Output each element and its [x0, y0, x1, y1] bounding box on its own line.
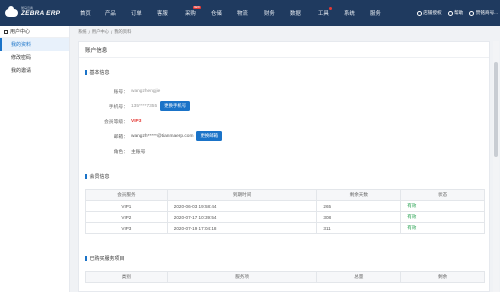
- change-phone-button[interactable]: 更换手机号: [160, 101, 191, 111]
- change-email-button[interactable]: 更换邮箱: [196, 131, 223, 141]
- nav-item-data[interactable]: 数据: [290, 0, 301, 26]
- member-table: 会员服务 到期时间 剩余天数 状态 VIP1 2020-06-03 19:58:…: [85, 189, 485, 234]
- account-value: wangzhengjie: [131, 88, 161, 94]
- sidebar-item-my-profile[interactable]: 我的资料: [0, 38, 69, 51]
- status-badge: 有效: [400, 222, 485, 234]
- user-menu[interactable]: 赞铭商号...: [469, 10, 498, 16]
- role-row: 角色： 主账号: [113, 149, 146, 155]
- account-info-panel: 账户信息 基本信息 账号： wangzhengjie 手机号： 135****7…: [78, 41, 490, 292]
- breadcrumb-user-center[interactable]: 用户中心: [92, 29, 109, 35]
- status-badge: 有效: [400, 200, 485, 212]
- nav-item-products[interactable]: 产品: [105, 0, 116, 26]
- account-row: 账号： wangzhengjie: [113, 88, 161, 95]
- top-navigation-bar: 斑马云商 ZEBRA ERP 首页 产品 订单 客服 采购 NEW 仓储 物流 财…: [0, 0, 500, 26]
- page-title: 账户信息: [79, 42, 489, 58]
- nav-item-warehouse[interactable]: 仓储: [211, 0, 222, 26]
- table-header-row: 会员服务 到期时间 剩余天数 状态: [85, 189, 485, 201]
- user-icon: [469, 10, 475, 16]
- menu-icon: [4, 29, 8, 34]
- scrollbar-thumb[interactable]: [494, 62, 498, 157]
- nav-item-finance[interactable]: 财务: [264, 0, 275, 26]
- nav-item-home[interactable]: 首页: [80, 0, 91, 26]
- help-link[interactable]: 帮助: [447, 10, 463, 16]
- breadcrumb-system[interactable]: 系统: [78, 29, 87, 35]
- logo[interactable]: 斑马云商 ZEBRA ERP: [0, 0, 65, 26]
- nav-item-tools[interactable]: 工具: [318, 0, 332, 26]
- sidebar-item-change-password[interactable]: 修改密码: [0, 51, 69, 64]
- email-row: 邮箱： wangzh*****@tianmaerp.com 更换邮箱: [85, 131, 223, 141]
- notification-dot: [328, 7, 332, 10]
- role-value: 主账号: [131, 149, 146, 155]
- logo-brand: ZEBRA ERP: [21, 9, 61, 17]
- help-icon: [447, 10, 453, 16]
- nav-item-logistics[interactable]: 物流: [237, 0, 248, 26]
- cloud-logo-icon: [5, 6, 18, 17]
- member-info-section-title: 会员信息: [85, 173, 110, 180]
- breadcrumb: 系统 / 用户中心 / 我的资料: [78, 29, 132, 35]
- nav-item-service[interactable]: 客服: [157, 0, 168, 26]
- nav-item-orders[interactable]: 订单: [131, 0, 142, 26]
- gear-icon: [416, 10, 422, 16]
- nav-item-purchase[interactable]: 采购 NEW: [185, 0, 201, 26]
- sidebar: 用户中心 我的资料 修改密码 我的邀请: [0, 26, 70, 292]
- store-auth-link[interactable]: 店铺授权: [416, 10, 442, 16]
- new-badge: NEW: [192, 6, 201, 9]
- table-row: VIP2 2020-07-17 10:39:54 308 有效: [85, 211, 485, 223]
- purchased-table: 类别 服务项 总量 剩余: [85, 271, 485, 283]
- right-nav: 店铺授权 帮助 赞铭商号...: [416, 0, 498, 26]
- table-row: VIP3 2020-07-19 17:04:18 311 有效: [85, 222, 485, 234]
- breadcrumb-current: 我的资料: [114, 29, 132, 34]
- email-value: wangzh*****@tianmaerp.com: [131, 133, 194, 139]
- nav-item-services[interactable]: 服务: [370, 0, 381, 26]
- sidebar-item-my-invites[interactable]: 我的邀请: [0, 64, 69, 77]
- nav-item-system[interactable]: 系统: [344, 0, 355, 26]
- phone-row: 手机号： 135****7355 更换手机号: [85, 101, 191, 111]
- purchased-section-title: 已购买服务项目: [85, 255, 125, 262]
- vip-level-value: VIP3: [131, 118, 142, 124]
- sidebar-header: 用户中心: [0, 26, 69, 38]
- logo-tagline: 斑马云商: [21, 6, 34, 10]
- table-header-row: 类别 服务项 总量 剩余: [85, 271, 485, 283]
- phone-value: 135****7355: [131, 103, 158, 109]
- level-row: 会员等级： VIP3: [104, 118, 142, 125]
- table-row: VIP1 2020-06-03 19:58:44 265 有效: [85, 200, 485, 212]
- basic-info-section-title: 基本信息: [85, 69, 110, 76]
- status-badge: 有效: [400, 211, 485, 223]
